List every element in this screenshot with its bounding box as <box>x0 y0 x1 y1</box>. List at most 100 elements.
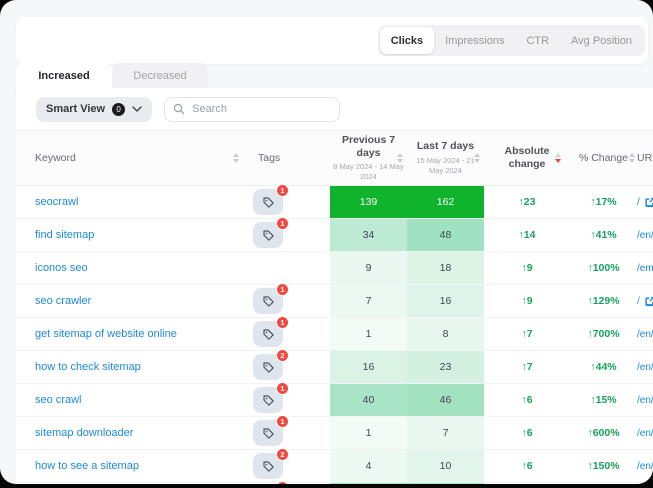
percent-change-cell: ↑100% <box>570 252 637 284</box>
keyword-link[interactable]: sitemap downloader <box>16 417 244 449</box>
keyword-link[interactable]: seo crawl <box>16 384 244 416</box>
url-link[interactable]: / <box>637 285 653 317</box>
keyword-link[interactable]: get sitemap of website online <box>16 318 244 350</box>
percent-change-cell: ↑600% <box>570 417 637 449</box>
tag-count-badge: 2 <box>276 448 289 461</box>
main-card: Smart View 0 Keyword Tags <box>16 88 653 484</box>
keyword-link[interactable]: how to see a sitemap <box>16 450 244 482</box>
percent-change-cell: ↑15% <box>570 384 637 416</box>
table-body: seocrawl 1 139 162 ↑23 ↑17% / find sitem… <box>16 186 653 484</box>
previous-header-dates: 8 May 2024 - 14 May 2024 <box>333 162 405 182</box>
url-link[interactable]: /en/ <box>637 384 653 416</box>
tag-chip[interactable]: 1 <box>253 387 283 413</box>
column-header-previous: Previous 7 days 8 May 2024 - 14 May 2024 <box>330 131 407 185</box>
tab-avg-position[interactable]: Avg Position <box>560 27 643 54</box>
percent-change-cell: ↑44% <box>570 351 637 383</box>
prev-clicks-cell: 9 <box>330 252 407 284</box>
absolute-change-cell: ↑6 <box>484 417 570 449</box>
url-header-label: URL <box>637 152 653 164</box>
external-link-icon <box>644 197 653 208</box>
column-header-tags: Tags <box>244 131 330 185</box>
url-link[interactable]: /en/ <box>637 417 653 449</box>
last-header-label: Last 7 days <box>410 140 482 153</box>
chevron-down-icon <box>132 106 142 112</box>
tab-ctr[interactable]: CTR <box>515 27 560 54</box>
keyword-link[interactable]: iconos seo <box>16 252 244 284</box>
tag-chip[interactable]: 1 <box>253 189 283 215</box>
table-row: find sitemap 1 34 48 ↑14 ↑41% /en/ <box>16 219 653 252</box>
column-header-url: URL <box>637 131 653 185</box>
prev-clicks-cell: 16 <box>330 351 407 383</box>
tag-count-badge: 1 <box>276 316 289 329</box>
url-link[interactable]: /en/ <box>637 318 653 350</box>
absolute-change-cell: ↑7 <box>484 351 570 383</box>
keyword-link[interactable] <box>16 483 244 484</box>
smart-view-count-badge: 0 <box>112 103 125 116</box>
table-row: how to check sitemap 2 16 23 ↑7 ↑44% /en… <box>16 351 653 384</box>
tag-icon <box>262 427 275 440</box>
tab-impressions[interactable]: Impressions <box>434 27 515 54</box>
tag-count-badge: 1 <box>276 184 289 197</box>
column-header-keyword: Keyword <box>16 131 244 185</box>
url-link[interactable]: /en/ <box>637 351 653 383</box>
percent-change-cell: ↑41% <box>570 219 637 251</box>
prev-clicks-cell: 40 <box>330 384 407 416</box>
tag-chip[interactable]: 1 <box>253 222 283 248</box>
app-window: Clicks Impressions CTR Avg Position Incr… <box>0 0 653 488</box>
url-link[interactable]: /en/ <box>637 450 653 482</box>
tag-chip[interactable]: 1 <box>253 321 283 347</box>
column-header-percent-change: % Change <box>570 131 637 185</box>
tab-clicks[interactable]: Clicks <box>380 27 434 54</box>
table-row <box>16 483 653 484</box>
keyword-link[interactable]: seocrawl <box>16 186 244 218</box>
tab-increased[interactable]: Increased <box>16 63 112 88</box>
tag-chip[interactable]: 1 <box>253 420 283 446</box>
search-input[interactable] <box>164 97 340 122</box>
tag-chip[interactable]: 2 <box>253 354 283 380</box>
tab-decreased[interactable]: Decreased <box>112 63 208 88</box>
sort-icon-keyword[interactable] <box>233 153 239 163</box>
direction-tabs: Increased Decreased <box>16 63 208 88</box>
table-header: Keyword Tags Previous 7 days 8 May 2024 … <box>16 130 653 186</box>
percent-change-cell: ↑17% <box>570 186 637 218</box>
tags-header-label: Tags <box>258 152 280 164</box>
table-row: seocrawl 1 139 162 ↑23 ↑17% / <box>16 186 653 219</box>
previous-header-label: Previous 7 days <box>333 134 405 159</box>
table-row: seo crawl 1 40 46 ↑6 ↑15% /en/ <box>16 384 653 417</box>
tag-chip[interactable]: 2 <box>253 453 283 479</box>
search-box <box>164 97 340 122</box>
keyword-link[interactable]: how to check sitemap <box>16 351 244 383</box>
tag-icon <box>262 394 275 407</box>
percent-change-cell: ↑700% <box>570 318 637 350</box>
last-clicks-cell: 46 <box>407 384 484 416</box>
url-link[interactable]: /em <box>637 252 653 284</box>
url-link[interactable] <box>637 483 653 484</box>
smart-view-dropdown[interactable]: Smart View 0 <box>36 97 152 122</box>
percent-change-cell <box>570 483 637 484</box>
prev-clicks-cell: 7 <box>330 285 407 317</box>
sort-icon-last[interactable] <box>474 153 480 163</box>
percent-change-cell: ↑129% <box>570 285 637 317</box>
prev-clicks-cell: 1 <box>330 417 407 449</box>
smart-view-label: Smart View <box>46 103 105 115</box>
keyword-link[interactable]: find sitemap <box>16 219 244 251</box>
absolute-change-cell <box>484 483 570 484</box>
sort-icon-previous[interactable] <box>397 153 403 163</box>
last-clicks-cell <box>407 483 484 484</box>
table-row: how to see a sitemap 2 4 10 ↑6 ↑150% /en… <box>16 450 653 483</box>
tag-chip[interactable]: 1 <box>253 288 283 314</box>
percent-header-label: % Change <box>579 152 628 164</box>
keyword-link[interactable]: seo crawler <box>16 285 244 317</box>
url-link[interactable]: /en/ <box>637 219 653 251</box>
prev-clicks-cell: 139 <box>330 186 407 218</box>
sort-icon-percent-change[interactable] <box>629 153 635 163</box>
prev-clicks-cell <box>330 483 407 484</box>
metric-segmented-control: Clicks Impressions CTR Avg Position <box>378 25 645 56</box>
last-clicks-cell: 23 <box>407 351 484 383</box>
sort-icon-absolute-change[interactable] <box>555 153 561 163</box>
table-row: sitemap downloader 1 1 7 ↑6 ↑600% /en/ <box>16 417 653 450</box>
absolute-change-cell: ↑14 <box>484 219 570 251</box>
tag-count-badge: 1 <box>276 382 289 395</box>
prev-clicks-cell: 4 <box>330 450 407 482</box>
url-link[interactable]: / <box>637 186 653 218</box>
